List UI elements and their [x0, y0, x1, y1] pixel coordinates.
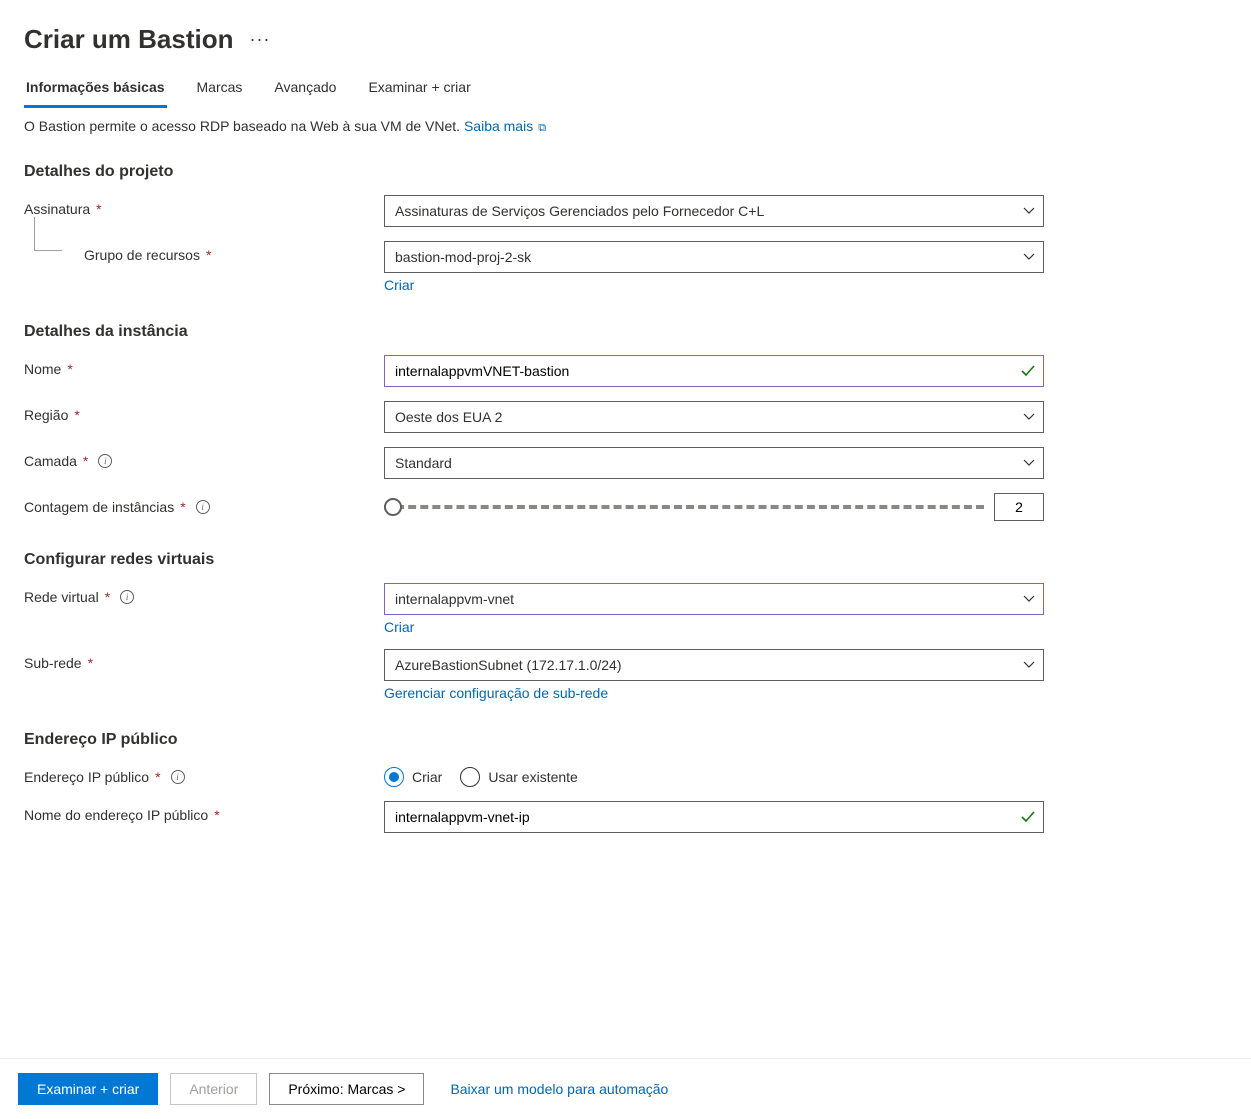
publicip-existing-radio[interactable]: Usar existente	[460, 767, 577, 787]
chevron-down-icon	[1023, 413, 1035, 421]
page-title: Criar um Bastion	[24, 24, 234, 55]
vnet-label: Rede virtual	[24, 589, 99, 605]
required-icon: *	[155, 769, 160, 785]
required-icon: *	[83, 453, 88, 469]
required-icon: *	[88, 655, 93, 671]
radio-icon	[384, 767, 404, 787]
section-vnet-heading: Configurar redes virtuais	[24, 551, 1227, 569]
subnet-label: Sub-rede	[24, 655, 82, 671]
info-icon[interactable]: i	[171, 770, 185, 784]
chevron-down-icon	[1023, 595, 1035, 603]
indent-connector-icon	[34, 217, 62, 251]
name-label: Nome	[24, 361, 61, 377]
tier-select[interactable]: Standard	[384, 447, 1044, 479]
section-instance-heading: Detalhes da instância	[24, 323, 1227, 341]
subscription-select[interactable]: Assinaturas de Serviços Gerenciados pelo…	[384, 195, 1044, 227]
publicip-name-input[interactable]	[384, 801, 1044, 833]
external-link-icon: ⧉	[535, 122, 546, 134]
required-icon: *	[206, 247, 211, 263]
check-icon	[1021, 811, 1035, 823]
tab-advanced[interactable]: Avançado	[272, 71, 338, 108]
review-create-button[interactable]: Examinar + criar	[18, 1073, 158, 1105]
subscription-label: Assinatura	[24, 201, 90, 217]
publicip-create-radio[interactable]: Criar	[384, 767, 442, 787]
resource-group-select[interactable]: bastion-mod-proj-2-sk	[384, 241, 1044, 273]
tier-label: Camada	[24, 453, 77, 469]
create-resource-group-link[interactable]: Criar	[384, 277, 414, 293]
vnet-select[interactable]: internalappvm-vnet	[384, 583, 1044, 615]
slider-thumb[interactable]	[384, 498, 402, 516]
section-project-heading: Detalhes do projeto	[24, 163, 1227, 181]
publicip-name-label: Nome do endereço IP público	[24, 807, 208, 823]
region-label: Região	[24, 407, 68, 423]
instance-count-slider[interactable]	[384, 497, 984, 517]
chevron-down-icon	[1023, 207, 1035, 215]
region-select[interactable]: Oeste dos EUA 2	[384, 401, 1044, 433]
tab-tags[interactable]: Marcas	[195, 71, 245, 108]
publicip-address-label: Endereço IP público	[24, 769, 149, 785]
tab-basics[interactable]: Informações básicas	[24, 71, 167, 108]
radio-icon	[460, 767, 480, 787]
intro-text: O Bastion permite o acesso RDP baseado n…	[24, 118, 1227, 135]
create-vnet-link[interactable]: Criar	[384, 619, 414, 635]
required-icon: *	[67, 361, 72, 377]
chevron-down-icon	[1023, 253, 1035, 261]
manage-subnet-link[interactable]: Gerenciar configuração de sub-rede	[384, 685, 608, 701]
subnet-select[interactable]: AzureBastionSubnet (172.17.1.0/24)	[384, 649, 1044, 681]
required-icon: *	[96, 201, 101, 217]
resource-group-label: Grupo de recursos	[84, 247, 200, 263]
previous-button: Anterior	[170, 1073, 257, 1105]
check-icon	[1021, 365, 1035, 377]
section-publicip-heading: Endereço IP público	[24, 731, 1227, 749]
info-icon[interactable]: i	[120, 590, 134, 604]
required-icon: *	[214, 807, 219, 823]
chevron-down-icon	[1023, 459, 1035, 467]
learn-more-link[interactable]: Saiba mais ⧉	[464, 118, 546, 134]
name-input[interactable]	[384, 355, 1044, 387]
required-icon: *	[180, 499, 185, 515]
info-icon[interactable]: i	[98, 454, 112, 468]
next-button[interactable]: Próximo: Marcas >	[269, 1073, 424, 1105]
footer: Examinar + criar Anterior Próximo: Marca…	[0, 1058, 1251, 1119]
required-icon: *	[74, 407, 79, 423]
instance-count-label: Contagem de instâncias	[24, 499, 174, 515]
tab-review[interactable]: Examinar + criar	[366, 71, 472, 108]
chevron-down-icon	[1023, 661, 1035, 669]
download-template-link[interactable]: Baixar um modelo para automação	[450, 1081, 668, 1097]
info-icon[interactable]: i	[196, 500, 210, 514]
tabs: Informações básicas Marcas Avançado Exam…	[24, 71, 1227, 108]
instance-count-input[interactable]	[994, 493, 1044, 521]
required-icon: *	[105, 589, 110, 605]
more-actions-button[interactable]: ···	[250, 29, 271, 50]
